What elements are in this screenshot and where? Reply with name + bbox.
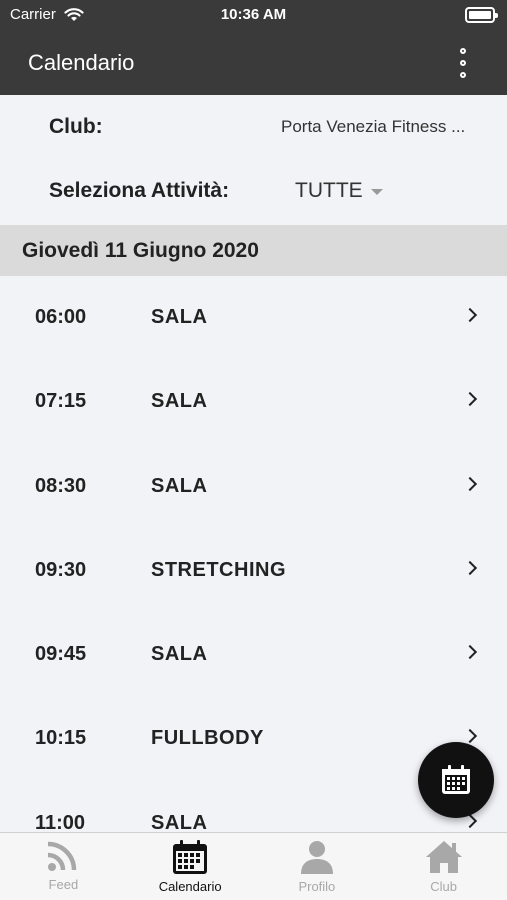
tab-bar: Feed Calendario Profilo Club	[0, 832, 507, 900]
schedule-row[interactable]: 07:15 SALA	[0, 360, 507, 444]
class-activity: STRETCHING	[151, 558, 286, 581]
club-label: Club:	[49, 115, 103, 138]
schedule-row[interactable]: 09:30 STRETCHING	[0, 529, 507, 613]
chevron-right-icon	[462, 307, 478, 323]
chevron-right-icon	[462, 560, 478, 575]
class-time: 11:00	[35, 811, 86, 832]
filters-section: Club: Porta Venezia Fitness ... Selezion…	[0, 95, 507, 225]
rss-icon	[48, 841, 77, 871]
chevron-right-icon	[462, 729, 478, 744]
page-title: Calendario	[28, 50, 135, 75]
status-time: 10:36 AM	[220, 6, 287, 23]
calendar-icon	[442, 765, 470, 794]
battery-icon	[465, 7, 498, 23]
schedule-row[interactable]: 08:30 SALA	[0, 445, 507, 529]
person-icon	[300, 841, 333, 874]
class-time: 09:30	[35, 558, 87, 581]
class-activity: SALA	[151, 811, 208, 832]
class-time: 08:30	[35, 474, 87, 497]
tab-profilo[interactable]: Profilo	[254, 833, 381, 900]
calendar-icon	[173, 840, 208, 874]
app-header: Calendario	[0, 30, 507, 95]
class-time: 10:15	[35, 727, 87, 750]
chevron-right-icon	[462, 476, 478, 491]
tab-calendario[interactable]: Calendario	[127, 833, 254, 900]
tab-label: Feed	[48, 877, 79, 892]
class-activity: SALA	[151, 474, 208, 497]
tab-label: Club	[430, 879, 457, 894]
class-time: 06:00	[35, 306, 87, 328]
activity-label: Seleziona Attività:	[49, 179, 230, 202]
chevron-right-icon	[462, 645, 478, 660]
class-time: 09:45	[35, 643, 87, 666]
class-activity: SALA	[151, 643, 208, 666]
class-activity: FULLBODY	[151, 727, 264, 750]
schedule-row[interactable]: 06:00 SALA	[0, 276, 507, 360]
chevron-right-icon	[462, 392, 478, 407]
activity-dropdown[interactable]: TUTTE	[295, 179, 383, 203]
tab-feed[interactable]: Feed	[0, 833, 127, 900]
class-time: 07:15	[35, 390, 87, 413]
activity-dropdown-value: TUTTE	[295, 179, 363, 202]
date-header: Giovedì 11 Giugno 2020	[0, 225, 507, 276]
tab-club[interactable]: Club	[380, 833, 507, 900]
tab-label: Profilo	[298, 879, 336, 894]
schedule-row[interactable]: 09:45 SALA	[0, 613, 507, 697]
schedule-list: 06:00 SALA 07:15 SALA 08:30 SALA 09:30 S…	[0, 276, 507, 832]
more-options-icon[interactable]	[451, 48, 475, 78]
club-selector[interactable]: Porta Venezia Fitness ...	[281, 117, 465, 137]
dropdown-caret-icon	[370, 189, 383, 195]
home-icon	[425, 841, 462, 873]
class-activity: SALA	[151, 306, 208, 328]
class-activity: SALA	[151, 390, 208, 413]
tab-label: Calendario	[158, 879, 222, 894]
calendar-fab-button[interactable]	[418, 742, 494, 818]
status-bar: Carrier 10:36 AM	[0, 0, 507, 30]
